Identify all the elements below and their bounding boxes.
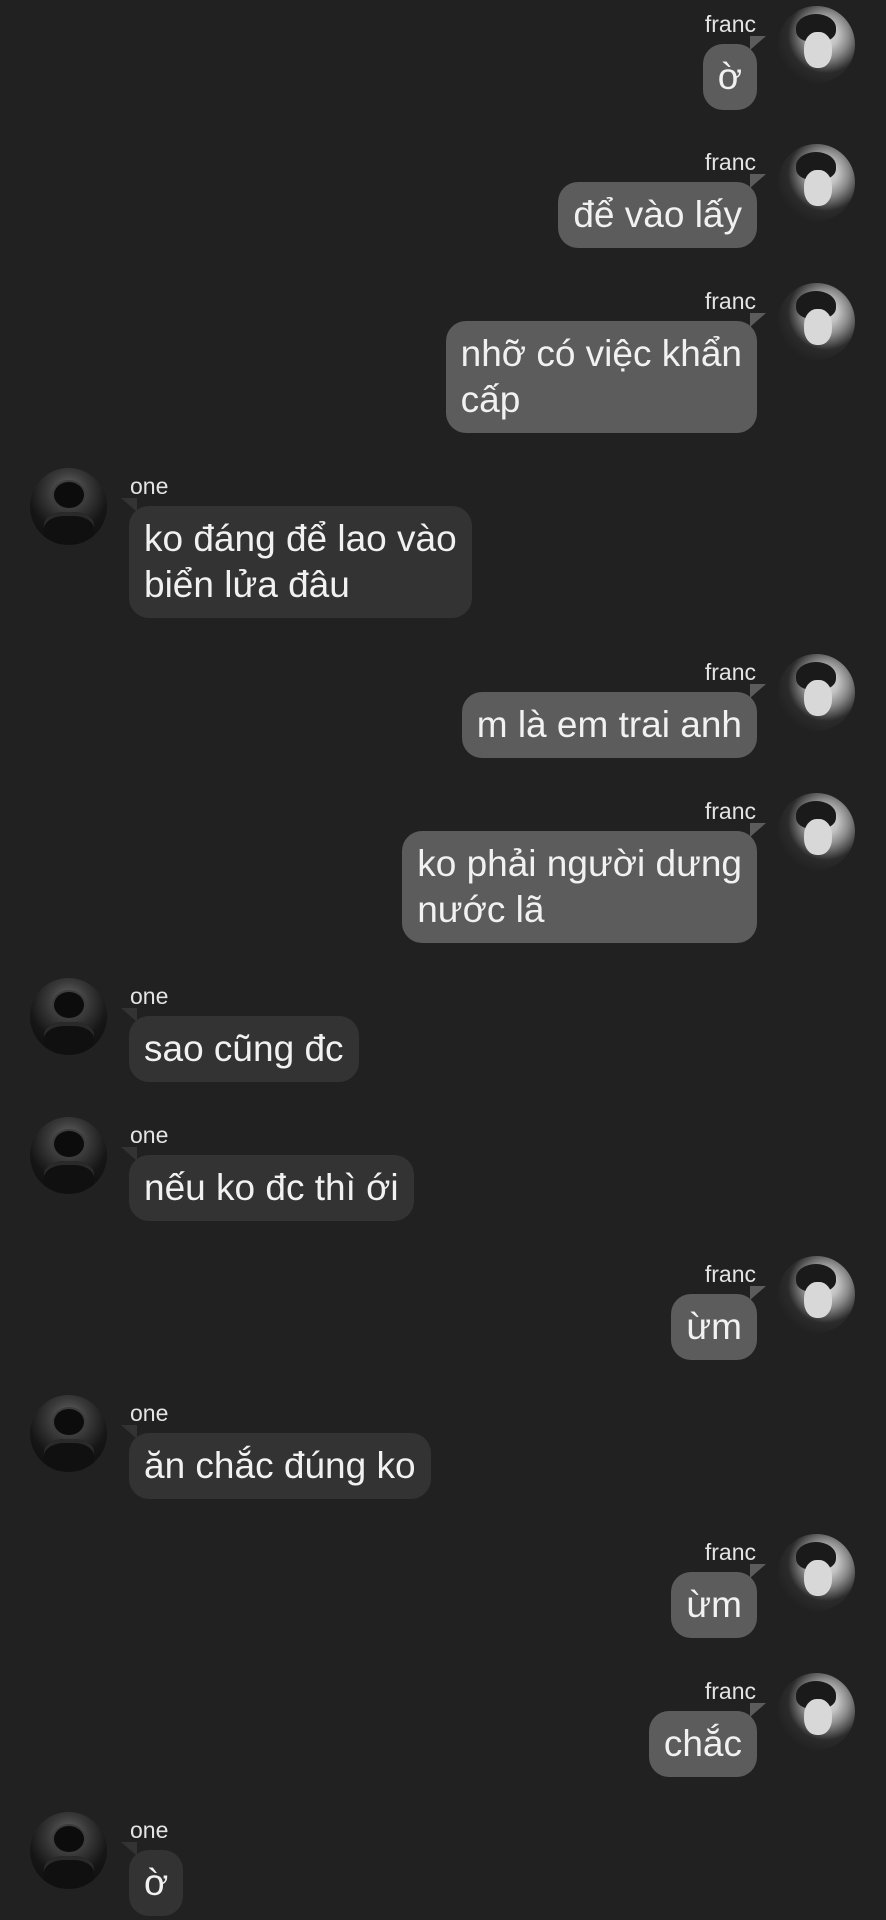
avatar-franc[interactable] [778, 144, 855, 221]
avatar-franc[interactable] [778, 6, 855, 83]
message-line: ừm [686, 1584, 742, 1625]
avatar-franc[interactable] [778, 1673, 855, 1750]
avatar-franc[interactable] [778, 1534, 855, 1611]
bubble-tail [121, 1425, 137, 1439]
message-line: nếu ko đc thì ới [144, 1167, 399, 1208]
message-bubble[interactable]: ăn chắc đúng ko [129, 1433, 431, 1499]
message-bubble[interactable]: ko đáng để lao vào biển lửa đâu [129, 506, 472, 618]
avatar-one[interactable] [30, 468, 107, 545]
avatar-franc[interactable] [778, 793, 855, 870]
message-bubble[interactable]: ờ [129, 1850, 184, 1916]
bubble-tail [750, 1286, 766, 1300]
message-bubble[interactable]: ko phải người dưng nước lã [402, 831, 757, 943]
message-bubble[interactable]: chắc [648, 1711, 757, 1777]
message-line: để vào lấy [573, 194, 742, 235]
message-bubble[interactable]: m là em trai anh [461, 692, 757, 758]
bubble-tail [750, 36, 766, 50]
bubble-tail [121, 1147, 137, 1161]
message-line: chắc [663, 1723, 742, 1764]
message-bubble[interactable]: nhỡ có việc khẩn cấp [445, 321, 757, 433]
sender-name: franc [704, 1261, 756, 1287]
message-line: cấp [460, 379, 521, 420]
bubble-tail [750, 823, 766, 837]
message-line: sao cũng đc [144, 1028, 344, 1069]
sender-name: franc [704, 659, 756, 685]
message-bubble[interactable]: để vào lấy [558, 182, 757, 248]
bubble-tail [750, 1564, 766, 1578]
message-bubble[interactable]: ờ [702, 44, 757, 110]
sender-name: one [130, 983, 169, 1009]
message-line: ờ [144, 1862, 169, 1903]
sender-name: one [130, 473, 169, 499]
message-line: ăn chắc đúng ko [144, 1445, 416, 1486]
sender-name: franc [704, 1678, 756, 1704]
bubble-tail [121, 498, 137, 512]
bubble-tail [750, 174, 766, 188]
message-bubble[interactable]: sao cũng đc [129, 1016, 359, 1082]
message-line: m là em trai anh [476, 704, 742, 745]
avatar-one[interactable] [30, 1812, 107, 1889]
sender-name: franc [704, 798, 756, 824]
sender-name: one [130, 1400, 169, 1426]
avatar-one[interactable] [30, 978, 107, 1055]
bubble-tail [750, 684, 766, 698]
message-line: ừm [686, 1306, 742, 1347]
message-bubble[interactable]: ừm [671, 1572, 757, 1638]
message-line: ờ [717, 56, 742, 97]
bubble-tail [750, 1703, 766, 1717]
sender-name: franc [704, 288, 756, 314]
message-line: biển lửa đâu [144, 564, 350, 605]
message-line: ko phải người dưng [417, 843, 742, 884]
avatar-one[interactable] [30, 1395, 107, 1472]
sender-name: franc [704, 11, 756, 37]
message-bubble[interactable]: nếu ko đc thì ới [129, 1155, 414, 1221]
bubble-tail [121, 1008, 137, 1022]
message-bubble[interactable]: ừm [671, 1294, 757, 1360]
message-line: nước lã [417, 889, 545, 930]
avatar-franc[interactable] [778, 654, 855, 731]
avatar-one[interactable] [30, 1117, 107, 1194]
sender-name: franc [704, 149, 756, 175]
message-line: ko đáng để lao vào [144, 518, 457, 559]
avatar-franc[interactable] [778, 1256, 855, 1333]
bubble-tail [750, 313, 766, 327]
chat-thread[interactable]: franc ờ franc để vào lấy franc nhỡ có vi… [0, 0, 886, 1920]
sender-name: one [130, 1817, 169, 1843]
bubble-tail [121, 1842, 137, 1856]
sender-name: franc [704, 1539, 756, 1565]
avatar-franc[interactable] [778, 283, 855, 360]
message-line: nhỡ có việc khẩn [460, 333, 742, 374]
sender-name: one [130, 1122, 169, 1148]
